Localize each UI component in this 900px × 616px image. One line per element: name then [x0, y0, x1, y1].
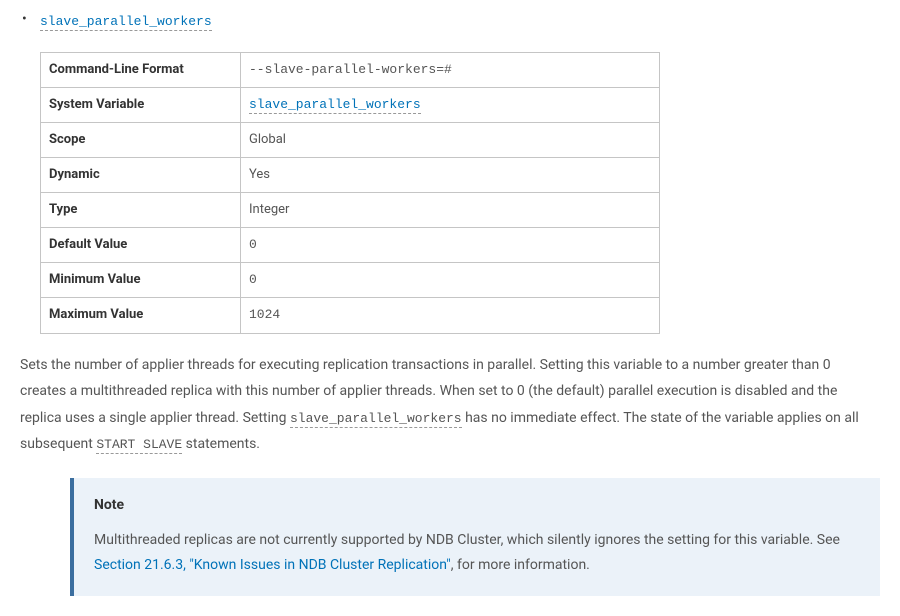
table-row: Default Value 0 — [41, 228, 660, 263]
note-link[interactable]: Section 21.6.3, "Known Issues in NDB Clu… — [94, 557, 451, 573]
table-value: 1024 — [241, 298, 660, 333]
table-value: slave_parallel_workers — [241, 87, 660, 122]
note-body: Multithreaded replicas are not currently… — [94, 528, 860, 578]
table-label: Default Value — [41, 228, 241, 263]
variable-name-link[interactable]: slave_parallel_workers — [40, 14, 212, 31]
variable-list-item: slave_parallel_workers Command-Line Form… — [40, 10, 880, 334]
system-variable-link[interactable]: slave_parallel_workers — [249, 97, 421, 114]
note-box: Note Multithreaded replicas are not curr… — [70, 478, 880, 596]
table-value: Yes — [241, 158, 660, 193]
table-label: Scope — [41, 122, 241, 157]
code-value: 1024 — [249, 307, 280, 322]
table-row: Command-Line Format --slave-parallel-wor… — [41, 52, 660, 87]
table-label: Command-Line Format — [41, 52, 241, 87]
note-title: Note — [94, 494, 860, 518]
variable-list: slave_parallel_workers Command-Line Form… — [20, 10, 880, 334]
table-value: Global — [241, 122, 660, 157]
table-label: Dynamic — [41, 158, 241, 193]
table-row: Maximum Value 1024 — [41, 298, 660, 333]
description-text: statements. — [182, 436, 260, 452]
table-row: System Variable slave_parallel_workers — [41, 87, 660, 122]
table-value: 0 — [241, 263, 660, 298]
code-value: 0 — [249, 237, 257, 252]
code-value: 0 — [249, 272, 257, 287]
note-text: , for more information. — [451, 557, 590, 573]
variable-description: Sets the number of applier threads for e… — [20, 352, 880, 459]
table-value: Integer — [241, 193, 660, 228]
variable-properties-table: Command-Line Format --slave-parallel-wor… — [40, 52, 660, 334]
table-value: 0 — [241, 228, 660, 263]
table-row: Type Integer — [41, 193, 660, 228]
table-label: Type — [41, 193, 241, 228]
table-label: System Variable — [41, 87, 241, 122]
table-row: Minimum Value 0 — [41, 263, 660, 298]
note-text: Multithreaded replicas are not currently… — [94, 532, 840, 548]
inline-code: START SLAVE — [96, 437, 182, 454]
table-row: Scope Global — [41, 122, 660, 157]
table-value: --slave-parallel-workers=# — [241, 52, 660, 87]
table-row: Dynamic Yes — [41, 158, 660, 193]
inline-code: slave_parallel_workers — [290, 411, 462, 428]
table-label: Maximum Value — [41, 298, 241, 333]
code-value: --slave-parallel-workers=# — [249, 62, 452, 77]
table-label: Minimum Value — [41, 263, 241, 298]
